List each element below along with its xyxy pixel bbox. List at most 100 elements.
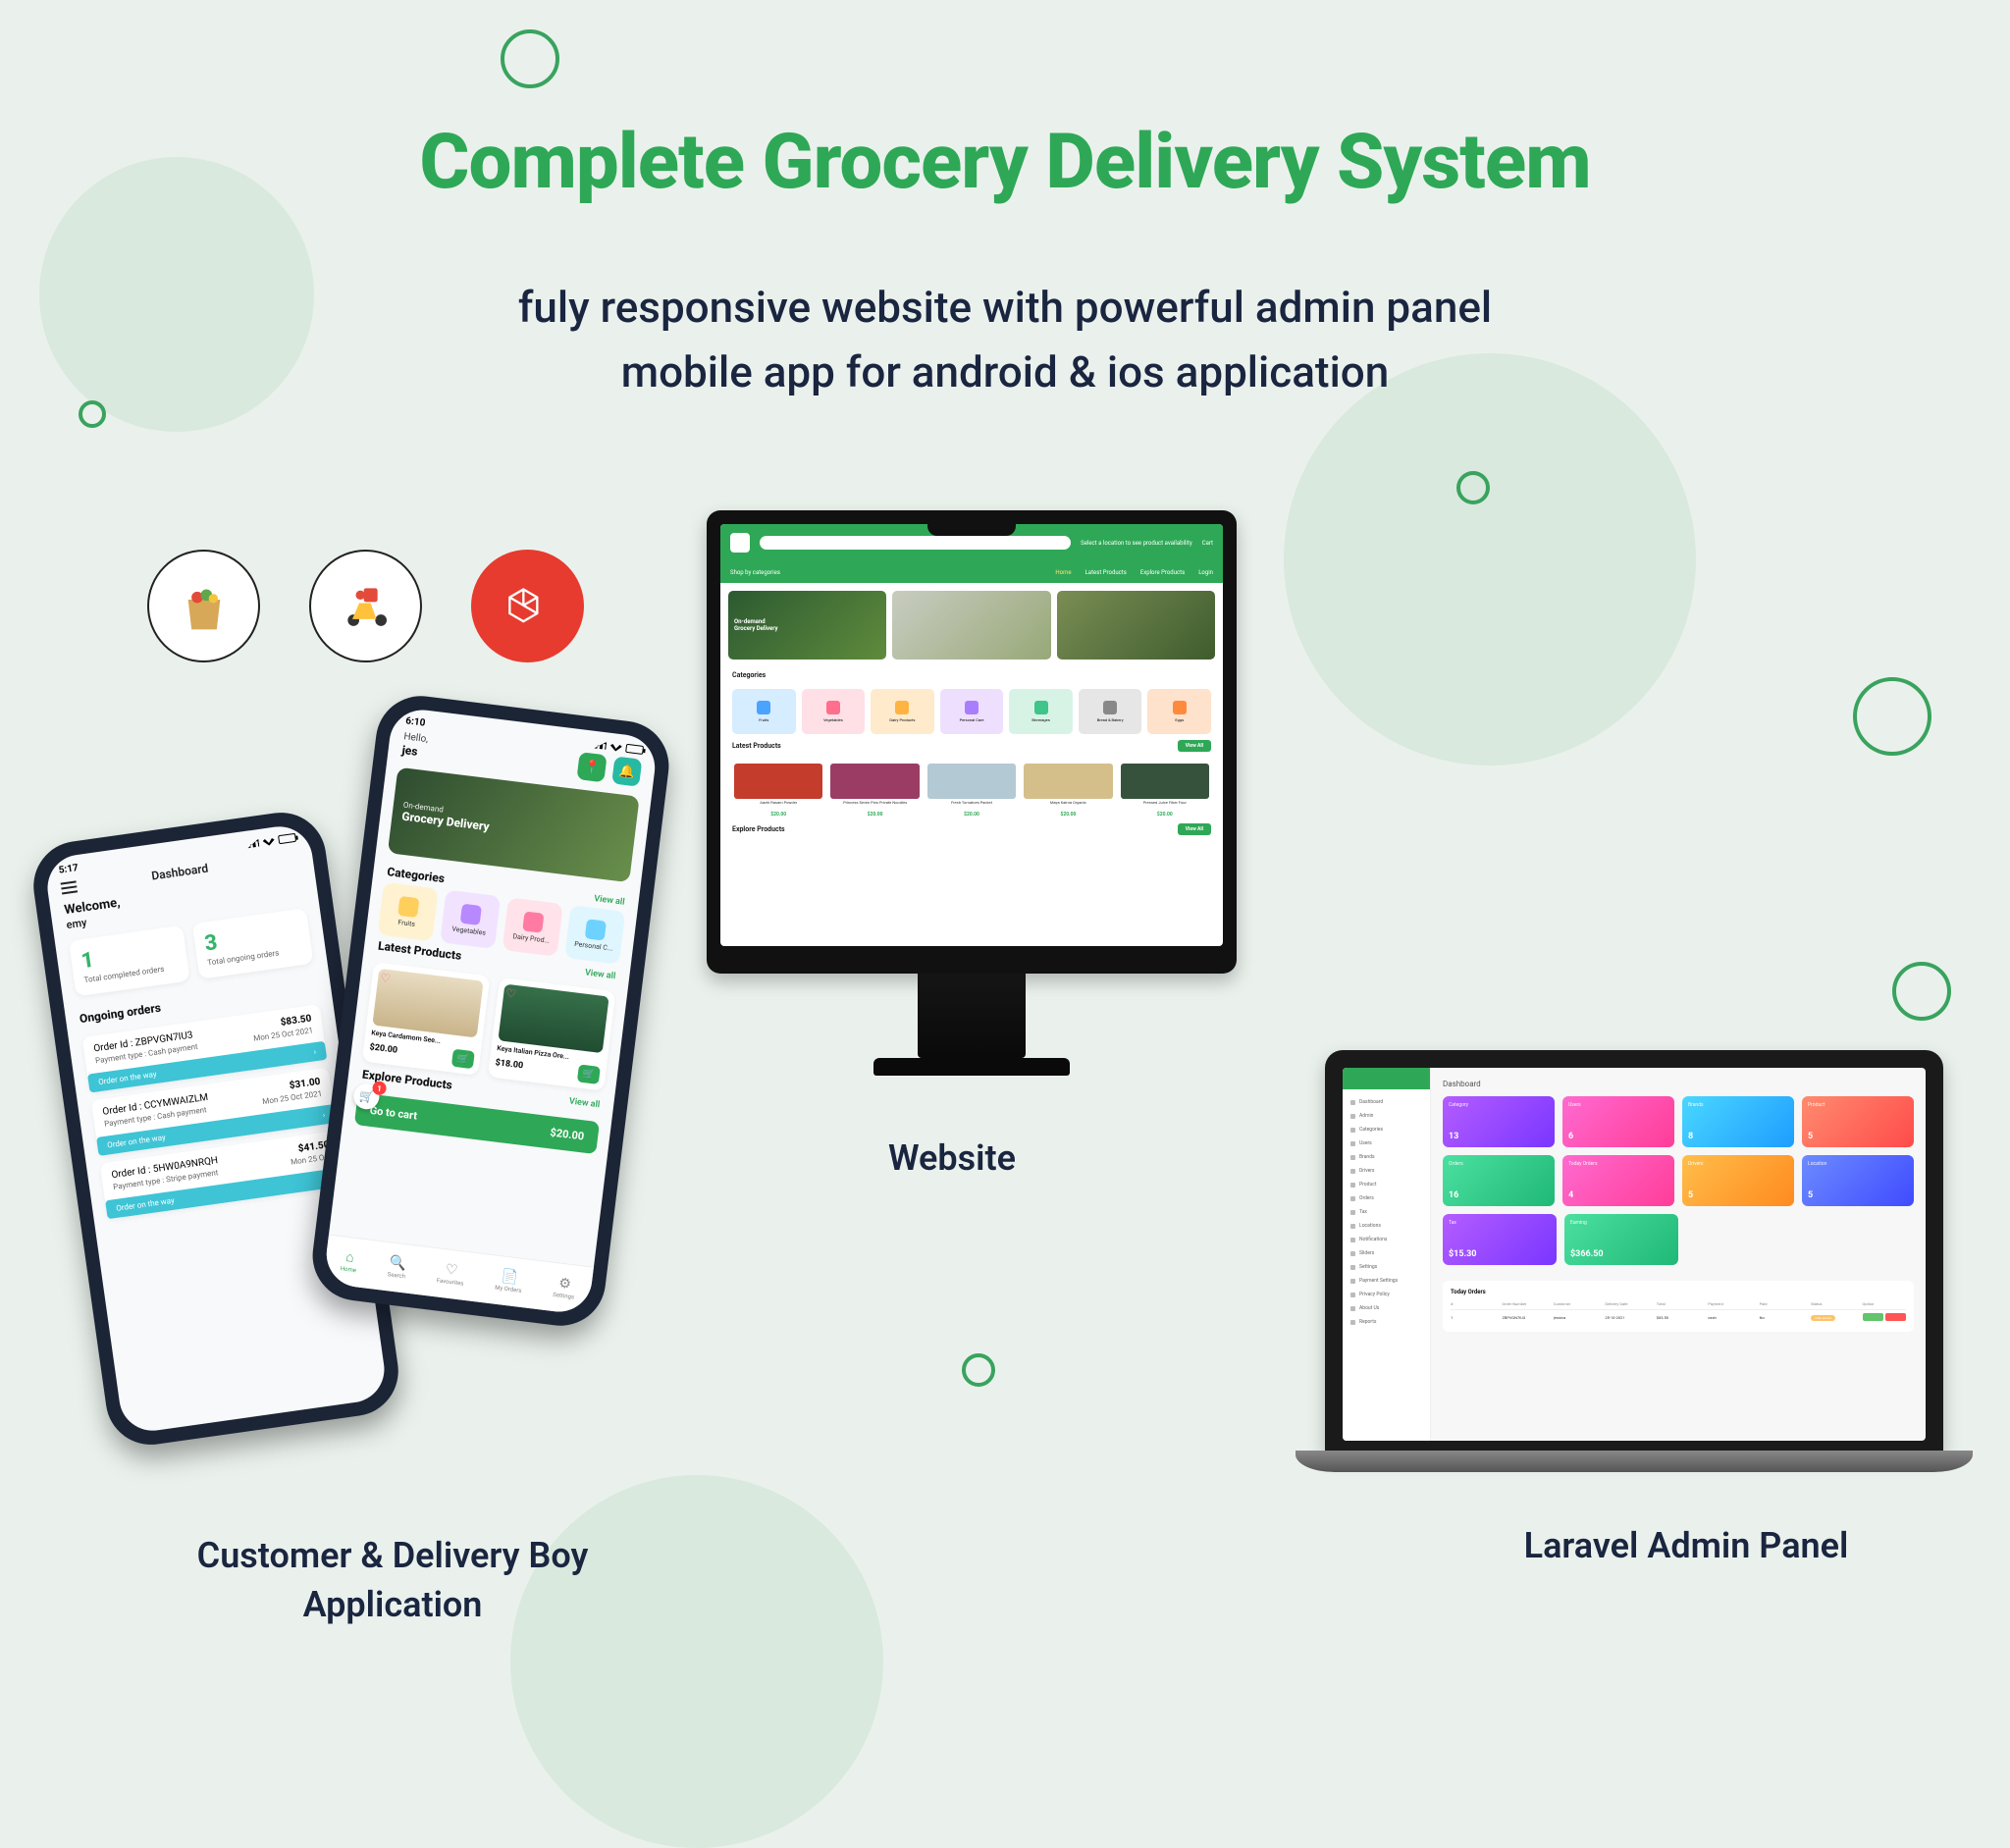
sidebar-item[interactable]: Product (1343, 1178, 1430, 1191)
web-category-tile[interactable]: Beverages (1009, 689, 1073, 734)
view-all-link[interactable]: View all (568, 1096, 600, 1110)
sidebar-item[interactable]: Brands (1343, 1150, 1430, 1164)
stat-card[interactable]: Category13 (1443, 1096, 1555, 1147)
favourite-icon[interactable]: ♡ (504, 986, 516, 1001)
admin-page-title: Dashboard (1443, 1080, 1914, 1088)
add-to-cart-button[interactable]: 🛒 (577, 1064, 601, 1084)
stat-card[interactable]: Today Orders4 (1562, 1155, 1674, 1206)
category-tile[interactable]: Personal C... (564, 905, 625, 964)
stat-card[interactable]: Users6 (1562, 1096, 1674, 1147)
sidebar-item[interactable]: About Us (1343, 1301, 1430, 1315)
add-to-cart-button[interactable]: 🛒 (451, 1049, 475, 1070)
sidebar-item[interactable]: Orders (1343, 1191, 1430, 1205)
web-location-text: Select a location to see product availab… (1081, 540, 1192, 547)
edit-button[interactable] (1863, 1313, 1883, 1321)
sidebar-item[interactable]: Settings (1343, 1260, 1430, 1274)
web-nav: Shop by categories Home Latest Products … (720, 561, 1223, 583)
web-category-tile[interactable]: Bread & Bakery (1079, 689, 1142, 734)
web-hero-banner[interactable] (1057, 591, 1215, 660)
stat-card[interactable]: Tax$15.30 (1443, 1214, 1557, 1265)
wifi-icon (262, 836, 275, 847)
status-time: 6:10 (405, 715, 426, 728)
sidebar-item[interactable]: Dashboard (1343, 1095, 1430, 1109)
product-card[interactable]: ♡ Keya Italian Pizza Ore... $18.00🛒 (488, 977, 616, 1091)
web-category-tile[interactable]: Eggs (1147, 689, 1211, 734)
sidebar-item[interactable]: Categories (1343, 1123, 1430, 1136)
category-tile[interactable]: Vegetables (440, 890, 501, 949)
sidebar-item[interactable]: Notifications (1343, 1233, 1430, 1246)
web-product-card[interactable]: Maya Kaima Organic$20.00 (1024, 764, 1112, 818)
sidebar-item[interactable]: Locations (1343, 1219, 1430, 1233)
delivery-scooter-icon (309, 550, 422, 662)
web-search-input[interactable] (760, 536, 1071, 550)
sidebar-item[interactable]: Drivers (1343, 1164, 1430, 1178)
decor-ring (1853, 677, 1931, 756)
section-title-explore: Explore Products (732, 825, 785, 833)
view-all-link[interactable]: View all (594, 894, 625, 908)
battery-icon (278, 833, 296, 844)
stat-card[interactable]: Earning$366.50 (1564, 1214, 1678, 1265)
nav-explore-products[interactable]: Explore Products (1140, 569, 1185, 576)
signal-icon (246, 839, 259, 849)
decor-ring (1892, 962, 1951, 1021)
subhead-line-1: fuly responsive website with powerful ad… (518, 282, 1492, 333)
nav-favourites[interactable]: ♡Favourites (436, 1261, 465, 1287)
table-row: 1 ZBPVGN7IU3 jessica 25-10-2021 $83.50 c… (1451, 1310, 1906, 1324)
caption-mobile: Customer & Delivery Boy Application (196, 1531, 589, 1630)
section-title-categories: Categories (732, 671, 766, 679)
stat-card[interactable]: Brands8 (1682, 1096, 1794, 1147)
delete-button[interactable] (1885, 1313, 1906, 1321)
web-category-tile[interactable]: Vegetables (802, 689, 866, 734)
sidebar-item[interactable]: Tax (1343, 1205, 1430, 1219)
nav-search[interactable]: 🔍Search (387, 1255, 407, 1280)
page-headline: Complete Grocery Delivery System (0, 118, 2010, 207)
nav-shop-by-categories[interactable]: Shop by categories (730, 569, 780, 576)
web-cart-link[interactable]: Cart (1202, 540, 1213, 547)
category-tile[interactable]: Dairy Prod... (502, 897, 563, 956)
stat-card[interactable]: Drivers5 (1682, 1155, 1794, 1206)
favourite-icon[interactable]: ♡ (379, 971, 391, 985)
view-all-button[interactable]: View All (1178, 823, 1211, 835)
web-category-tile[interactable]: Personal Care (940, 689, 1004, 734)
nav-login[interactable]: Login (1198, 569, 1213, 576)
stat-card[interactable]: Product5 (1802, 1096, 1914, 1147)
web-category-tile[interactable]: Fruits (732, 689, 796, 734)
stat-card[interactable]: Location5 (1802, 1155, 1914, 1206)
caption-admin: Laravel Admin Panel (1490, 1521, 1882, 1570)
web-product-card[interactable]: Aachi Rasam Powder$20.00 (734, 764, 822, 818)
category-tile[interactable]: Fruits (378, 882, 439, 941)
sidebar-item[interactable]: Sliders (1343, 1246, 1430, 1260)
web-logo-icon (730, 533, 750, 553)
nav-home[interactable]: ⌂Home (340, 1249, 358, 1274)
sidebar-item[interactable]: Admin (1343, 1109, 1430, 1123)
web-product-card[interactable]: Princess Seven Pins Private Noodles$20.0… (830, 764, 919, 818)
web-product-card[interactable]: Pressed Juice Fiber Four$20.00 (1121, 764, 1209, 818)
grocery-bag-icon (147, 550, 260, 662)
nav-settings[interactable]: ⚙Settings (553, 1276, 577, 1301)
web-hero-banner[interactable]: On-demandGrocery Delivery (728, 591, 886, 660)
battery-icon (625, 744, 644, 755)
sidebar-item[interactable]: Privacy Policy (1343, 1288, 1430, 1301)
decor-ring (79, 400, 106, 428)
today-orders-table: Today Orders #Order NumberCustomerDelive… (1443, 1281, 1914, 1332)
web-product-card[interactable]: Fresh Tomatoes Packet$20.00 (927, 764, 1016, 818)
location-button[interactable]: 📍 (576, 752, 607, 782)
menu-icon[interactable] (61, 885, 77, 889)
web-category-tile[interactable]: Dairy Products (871, 689, 934, 734)
sidebar-item[interactable]: Users (1343, 1136, 1430, 1150)
view-all-link[interactable]: View all (584, 968, 615, 981)
nav-latest-products[interactable]: Latest Products (1085, 569, 1127, 576)
website-mockup: Select a location to see product availab… (707, 510, 1237, 1076)
web-hero-banner[interactable] (892, 591, 1050, 660)
tech-chip-row (147, 550, 584, 662)
stat-card[interactable]: Orders16 (1443, 1155, 1555, 1206)
sidebar-item[interactable]: Reports (1343, 1315, 1430, 1329)
nav-orders[interactable]: 📄My Orders (495, 1269, 524, 1294)
product-card[interactable]: ♡ Keya Cardamom See... $20.00🛒 (362, 962, 491, 1076)
notifications-button[interactable]: 🔔 (611, 756, 642, 786)
nav-home[interactable]: Home (1055, 569, 1071, 576)
section-title-latest: Latest Products (732, 742, 781, 750)
sidebar-item[interactable]: Payment Settings (1343, 1274, 1430, 1288)
view-all-button[interactable]: View All (1178, 740, 1211, 752)
signal-icon (594, 740, 607, 749)
